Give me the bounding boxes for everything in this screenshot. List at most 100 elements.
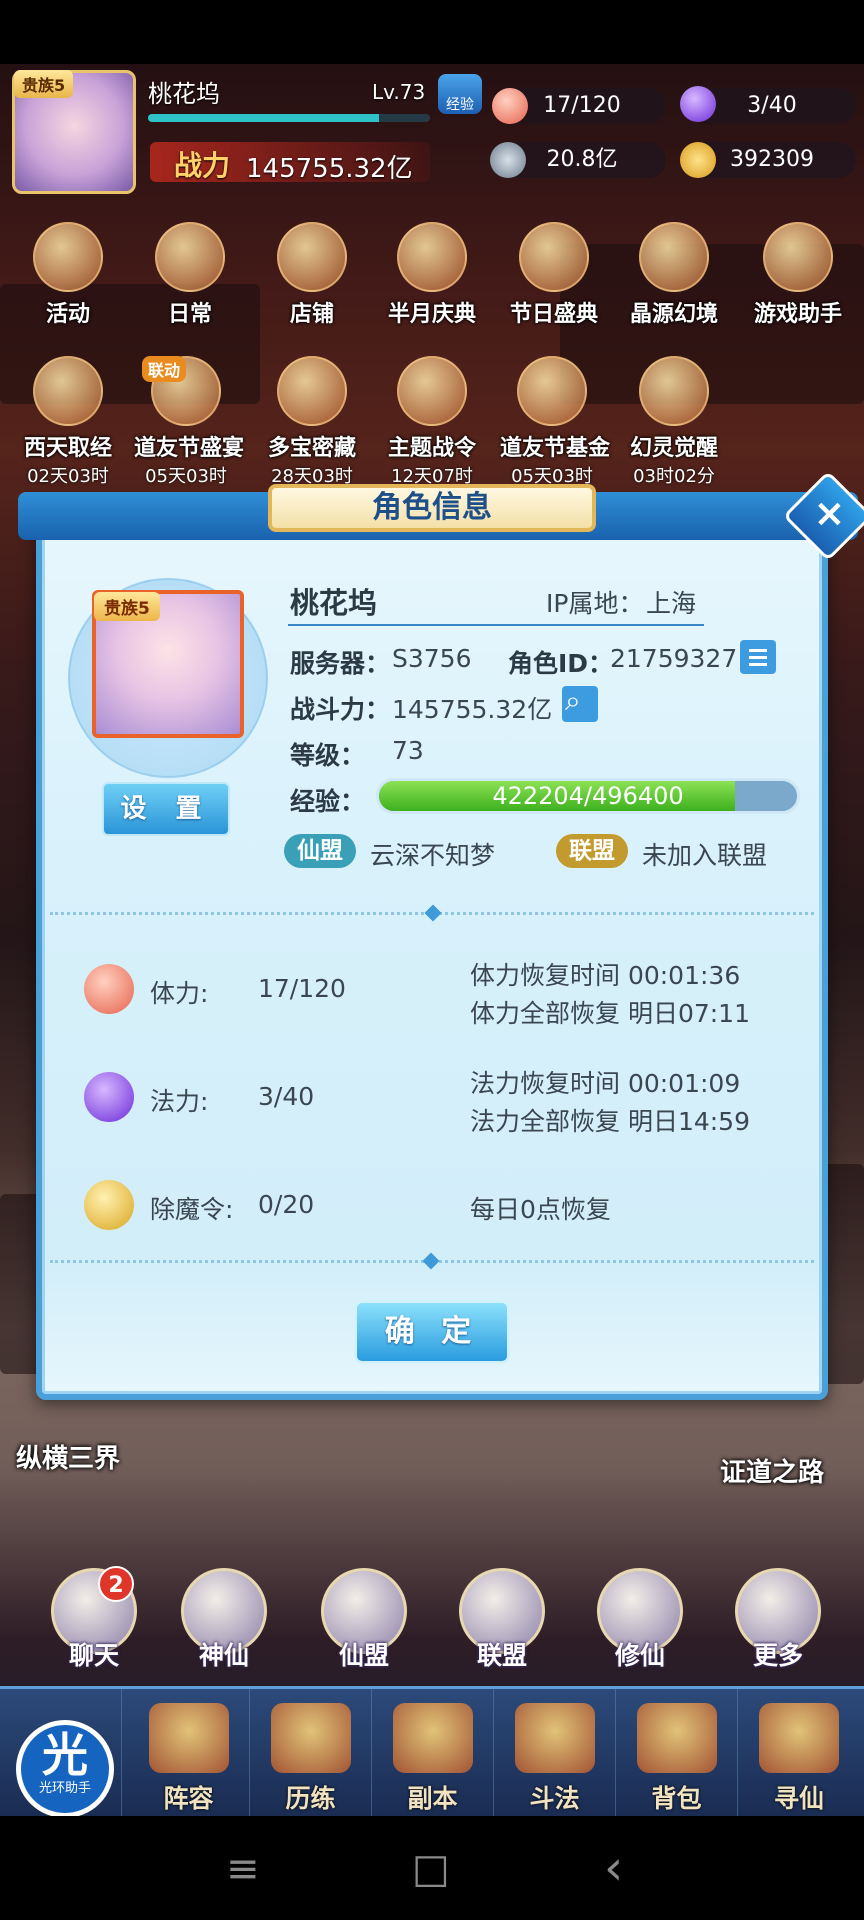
swords-icon [514, 1703, 595, 1773]
event-icon [33, 222, 103, 292]
cultivate-button[interactable]: 修仙 [580, 1568, 700, 1672]
chat-notification-badge: 2 [98, 1566, 134, 1602]
training-icon [270, 1703, 351, 1773]
guild-button[interactable]: 仙盟 [304, 1568, 424, 1672]
guild-tag: 仙盟 [284, 834, 356, 868]
nav-seek[interactable]: 寻仙 [738, 1689, 860, 1819]
token-label: 除魔令: [150, 1195, 234, 1224]
nav-dungeon[interactable]: 副本 [372, 1689, 494, 1819]
activity-half-month[interactable]: 半月庆典 [380, 222, 484, 328]
stamina-label: 体力: [150, 979, 209, 1008]
activity-battle-pass[interactable]: 主题战令 12天07时 [380, 356, 484, 488]
round-button-label: 聊天 [68, 1641, 119, 1670]
menu-icon[interactable]: ≡ [226, 1846, 260, 1892]
round-button-label: 修仙 [614, 1641, 665, 1670]
level-label: 等级： [290, 741, 366, 770]
gate-icon [392, 1703, 473, 1773]
alliance-name: 未加入联盟 [642, 841, 768, 870]
activity-label: 节日盛典 [509, 302, 598, 327]
activity-awakening[interactable]: 幻灵觉醒 03时02分 [622, 356, 726, 488]
round-button-label: 联盟 [476, 1641, 527, 1670]
activity-fund[interactable]: 道友节基金 05天03时 [500, 356, 611, 488]
chat-button[interactable]: 聊天 [34, 1568, 154, 1672]
scene-label-right[interactable]: 证道之路 [720, 1452, 824, 1489]
alliance-button[interactable]: 联盟 [442, 1568, 562, 1672]
confirm-button[interactable]: 确 定 [354, 1300, 510, 1364]
activity-crystal[interactable]: 晶源幻境 [622, 222, 726, 328]
activity-label: 半月庆典 [387, 302, 476, 327]
search-button[interactable]: ⌕ [562, 684, 598, 722]
hud-exp-bar [148, 114, 430, 122]
activity-label: 活动 [45, 302, 90, 327]
token-value: 0/20 [258, 1190, 315, 1219]
server-value: S3756 [392, 644, 472, 673]
mana-label: 法力: [150, 1087, 209, 1116]
exp-progress-bar: 422204/496400 [376, 778, 800, 814]
vip-badge: 贵族5 [14, 70, 74, 98]
collab-badge: 联动 [142, 356, 187, 382]
nav-lineup[interactable]: 阵容 [128, 1689, 250, 1819]
nav-label: 背包 [651, 1784, 702, 1813]
alliance-tag: 联盟 [556, 834, 628, 868]
stamina-resource-value: 17/120 [543, 93, 621, 118]
system-nav-bar: ≡ □ ‹ [0, 1816, 864, 1920]
portrait-vip-badge: 贵族5 [94, 592, 160, 621]
more-button[interactable]: 更多 [718, 1568, 838, 1672]
activity-label: 店铺 [289, 302, 334, 327]
settings-button[interactable]: 设 置 [102, 782, 230, 836]
round-button-label: 更多 [752, 1641, 803, 1670]
activity-label: 西天取经 [23, 436, 112, 461]
exp-progress-text: 422204/496400 [492, 782, 684, 810]
orb-icon [639, 356, 709, 426]
fund-icon [517, 356, 587, 426]
nav-training[interactable]: 历练 [250, 1689, 372, 1819]
round-button-label: 仙盟 [338, 1641, 389, 1670]
top-hud: 贵族5 桃花坞 Lv.73 经验 战力 145755.32亿 17/120 3/… [0, 64, 864, 194]
compass-icon [759, 1703, 839, 1773]
scroll-icon [155, 222, 225, 292]
assistant-icon [763, 222, 833, 292]
crystal-icon [639, 222, 709, 292]
level-value: 73 [392, 736, 424, 765]
activity-assistant[interactable]: 游戏助手 [746, 222, 850, 328]
immortal-button[interactable]: 神仙 [164, 1568, 284, 1672]
power-label: 战力 [174, 149, 231, 182]
activity-treasure[interactable]: 多宝密藏 28天03时 [260, 356, 364, 488]
activity-label: 道友节基金 [500, 436, 611, 461]
scene-label-left[interactable]: 纵横三界 [16, 1438, 120, 1475]
nav-label: 副本 [407, 1784, 458, 1813]
activity-event[interactable]: 活动 [16, 222, 120, 328]
silver-resource-value: 20.8亿 [546, 147, 618, 172]
activity-daily[interactable]: 日常 [138, 222, 242, 328]
activity-festival[interactable]: 节日盛典 [502, 222, 606, 328]
activity-label: 游戏助手 [753, 302, 842, 327]
activity-timer: 02天03时 [27, 466, 109, 487]
helper-label: 光环助手 [38, 1781, 91, 1796]
exp-label: 经验： [290, 787, 366, 816]
exp-button[interactable]: 经验 [438, 74, 482, 114]
back-icon[interactable]: ‹ [604, 1840, 623, 1896]
peach-icon [492, 88, 528, 124]
power-value: 145755.32亿 [246, 154, 413, 184]
combat-label: 战斗力： [290, 695, 391, 724]
guild-name[interactable]: 云深不知梦 [370, 836, 495, 872]
player-level: Lv.73 [372, 80, 426, 104]
activity-label: 晶源幻境 [629, 302, 718, 327]
activity-label: 道友节盛宴 [134, 436, 245, 461]
stamina-recover-time: 体力恢复时间 00:01:36 [470, 961, 741, 990]
nav-bag[interactable]: 背包 [616, 1689, 738, 1819]
role-id-label: 角色ID： [508, 649, 614, 678]
copy-icon[interactable] [740, 640, 776, 674]
activity-journey-west[interactable]: 西天取经 02天03时 [16, 356, 120, 488]
close-icon: × [813, 491, 846, 536]
halo-assistant-button[interactable]: 光 光环助手 [16, 1720, 114, 1818]
mana-value: 3/40 [258, 1082, 315, 1111]
coin-icon [490, 142, 526, 178]
bag-icon [636, 1703, 717, 1773]
mana-full-recover: 法力全部恢复 明日14:59 [470, 1107, 750, 1136]
nav-duel[interactable]: 斗法 [494, 1689, 616, 1819]
shop-icon [277, 222, 347, 292]
activity-shop[interactable]: 店铺 [260, 222, 364, 328]
home-icon[interactable]: □ [412, 1846, 450, 1892]
activity-label: 日常 [167, 302, 212, 327]
